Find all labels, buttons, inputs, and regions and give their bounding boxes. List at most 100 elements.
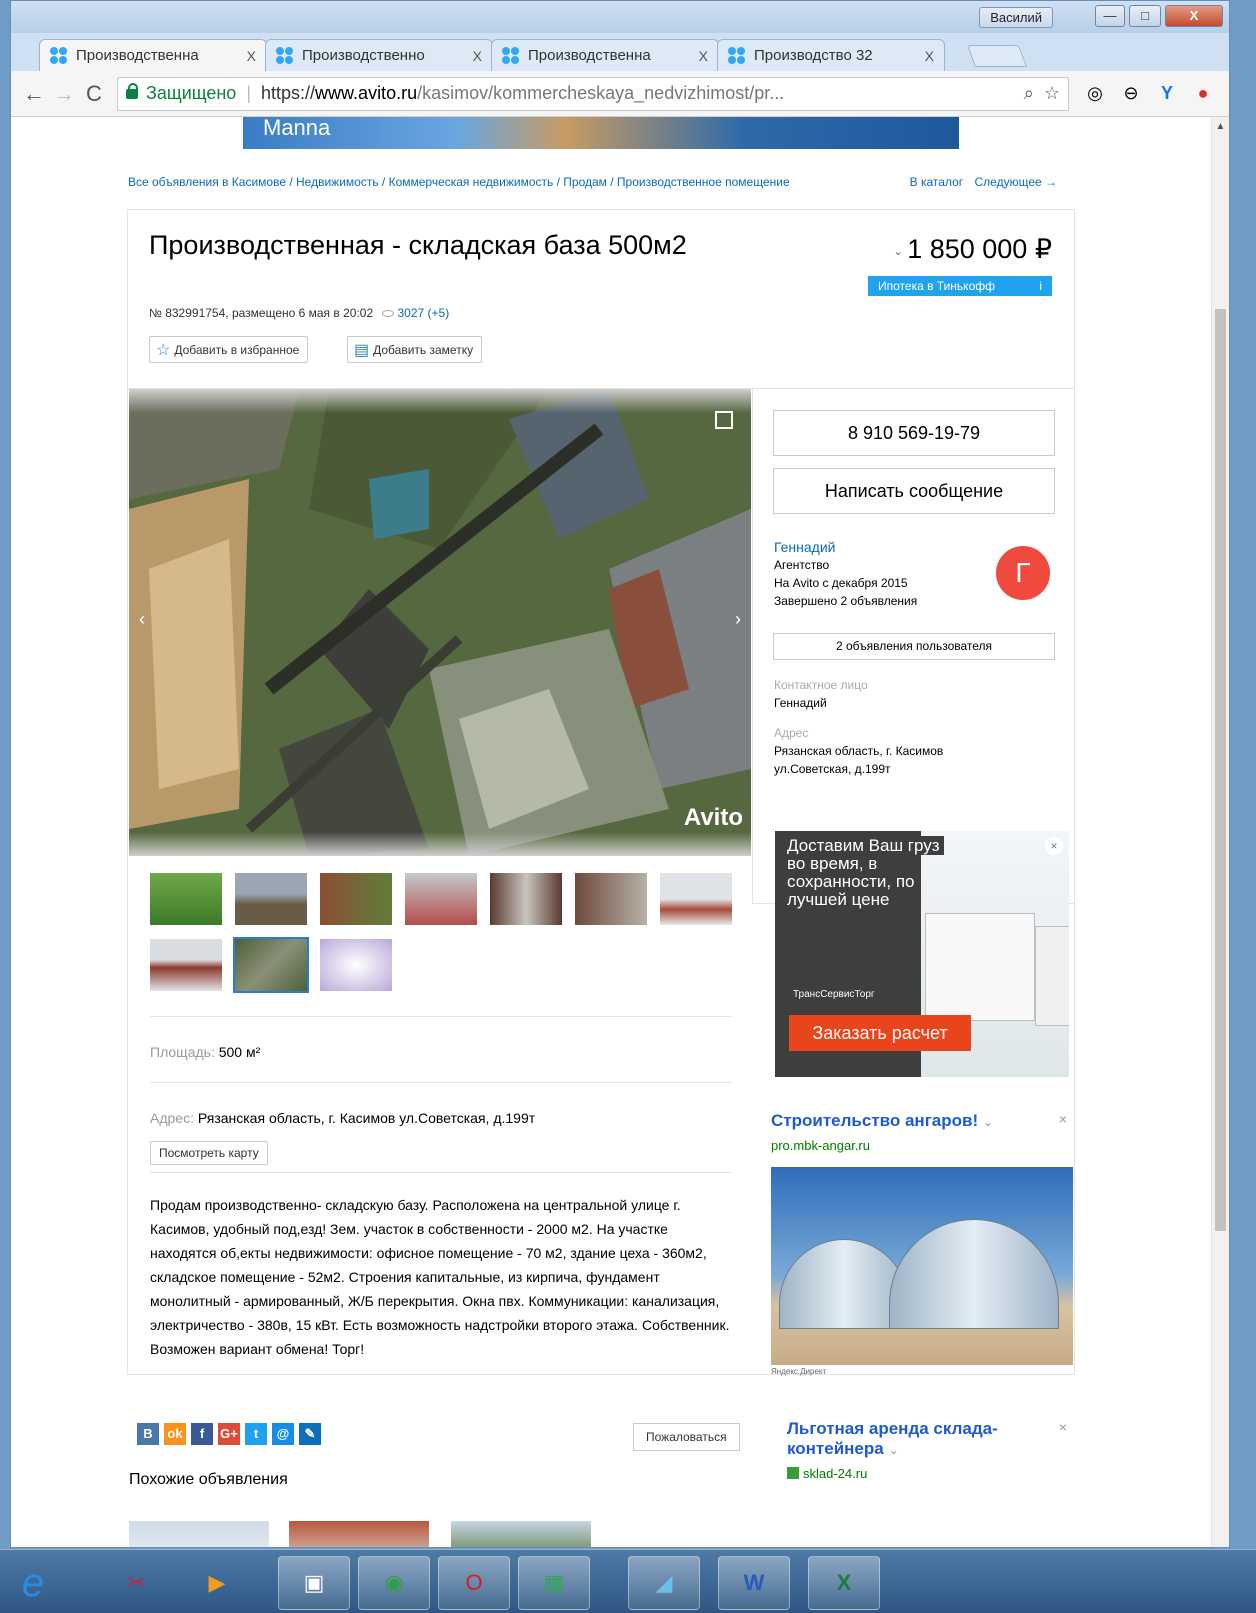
zoom-icon[interactable]: ⌕ xyxy=(1024,83,1034,104)
file-explorer-icon[interactable]: ▣ xyxy=(278,1556,350,1610)
ad-domain[interactable]: pro.mbk-angar.ru xyxy=(771,1138,1073,1153)
user-ads-button[interactable]: 2 объявления пользователя xyxy=(773,633,1055,660)
media-player-icon[interactable]: ▶ xyxy=(190,1556,244,1610)
scissors-tool-icon[interactable]: ✂ xyxy=(110,1556,164,1610)
forward-button[interactable]: → xyxy=(49,81,79,107)
url-scheme: https:// xyxy=(261,83,316,103)
thumbnail[interactable] xyxy=(320,873,392,925)
ad-logo: ТрансСервисТорг xyxy=(793,989,875,1000)
opera-icon[interactable]: O xyxy=(438,1556,510,1610)
extension-upload-icon[interactable]: ● xyxy=(1185,83,1221,104)
complain-button[interactable]: Пожаловаться xyxy=(633,1423,740,1451)
tab-close-icon[interactable]: X xyxy=(925,48,934,64)
tab-close-icon[interactable]: X xyxy=(247,48,256,64)
tab-close-icon[interactable]: X xyxy=(473,48,482,64)
similar-listing-thumbnail[interactable] xyxy=(289,1521,429,1547)
thumbnail[interactable] xyxy=(405,873,477,925)
seller-address-line-1: Рязанская область, г. Касимов xyxy=(774,744,944,758)
ad-title: Льготная аренда склада-контейнера ⌄ xyxy=(787,1419,1073,1460)
task-manager-icon[interactable]: ▦ xyxy=(518,1556,590,1610)
chevron-down-icon[interactable]: ⌄ xyxy=(983,1115,993,1129)
avatar[interactable]: Г xyxy=(996,546,1050,600)
thumbnail[interactable] xyxy=(490,873,562,925)
googleplus-share-icon[interactable]: G+ xyxy=(218,1423,240,1445)
add-note-button[interactable]: ▤ Добавить заметку xyxy=(347,336,483,363)
internet-explorer-icon[interactable]: e xyxy=(6,1556,60,1610)
next-listing-link[interactable]: Следующее → xyxy=(975,175,1058,189)
thumbnail-selected[interactable] xyxy=(233,937,309,993)
add-favorite-button[interactable]: ☆ Добавить в избранное xyxy=(149,336,309,363)
thumbnail[interactable] xyxy=(320,939,392,991)
tab-2[interactable]: Производственно X xyxy=(265,39,493,71)
photo-prev-arrow[interactable]: ‹ xyxy=(139,609,145,630)
close-window-button[interactable]: X xyxy=(1165,5,1223,27)
chevron-down-icon[interactable]: ⌄ xyxy=(888,1443,898,1457)
chevron-down-icon[interactable]: ⌄ xyxy=(893,244,903,258)
ad-close-icon[interactable]: × xyxy=(1059,1419,1067,1435)
bookmark-star-icon[interactable]: ☆ xyxy=(1044,83,1060,104)
divider xyxy=(150,1082,732,1083)
star-icon: ☆ xyxy=(156,341,171,359)
word-icon[interactable]: W xyxy=(718,1556,790,1610)
user-profile-button[interactable]: Василий xyxy=(979,7,1053,28)
ad-headline-line: во время, в xyxy=(783,854,882,873)
mail-share-icon[interactable]: @ xyxy=(272,1423,294,1445)
minimize-button[interactable]: — xyxy=(1095,5,1125,27)
address-bar[interactable]: Защищено | https://www.avito.ru/kasimov/… xyxy=(117,76,1069,111)
ad-banner-delivery[interactable]: Доставим Ваш груз во время, в сохранност… xyxy=(775,831,1069,1077)
catalog-link[interactable]: В каталог xyxy=(910,175,963,189)
show-map-button[interactable]: Посмотреть карту xyxy=(150,1141,268,1165)
ok-share-icon[interactable]: ok xyxy=(164,1423,186,1445)
tab-close-icon[interactable]: X xyxy=(699,48,708,64)
ad-domain[interactable]: sklad-24.ru xyxy=(787,1466,1073,1481)
extension-triangle-icon[interactable]: ◎ xyxy=(1077,83,1113,104)
vk-share-icon[interactable]: B xyxy=(137,1423,159,1445)
scrollbar-thumb[interactable] xyxy=(1215,309,1226,1231)
thumbnail[interactable] xyxy=(235,873,307,925)
breadcrumb[interactable]: Все объявления в Касимове / Недвижимость… xyxy=(128,175,790,189)
divider xyxy=(752,388,753,903)
ad-close-icon[interactable]: × xyxy=(1045,837,1063,855)
excel-icon[interactable]: X xyxy=(808,1556,880,1610)
write-message-button[interactable]: Написать сообщение xyxy=(773,468,1055,514)
mortgage-badge[interactable]: Ипотека в Тинькофф i xyxy=(868,276,1052,296)
view-count[interactable]: 3027 (+5) xyxy=(397,306,449,320)
tab-1[interactable]: Производственна X xyxy=(39,39,267,71)
scroll-up-arrow-icon[interactable]: ▲ xyxy=(1212,121,1229,132)
facebook-share-icon[interactable]: f xyxy=(191,1423,213,1445)
similar-listing-thumbnail[interactable] xyxy=(129,1521,269,1547)
ad-title-text[interactable]: Строительство ангаров! xyxy=(771,1111,978,1130)
thumbnail[interactable] xyxy=(660,873,732,925)
yandex-direct-label[interactable]: Яндекс.Директ xyxy=(771,1367,1073,1376)
ad-close-icon[interactable]: × xyxy=(1059,1111,1067,1127)
security-indicator[interactable]: Защищено xyxy=(126,82,236,104)
maximize-button[interactable]: □ xyxy=(1129,5,1161,27)
thumbnail[interactable] xyxy=(150,873,222,925)
back-button[interactable]: ← xyxy=(19,81,49,107)
phone-button[interactable]: 8 910 569-19-79 xyxy=(773,410,1055,456)
main-photo[interactable]: ‹ › Avito xyxy=(129,389,751,856)
chrome-icon[interactable]: ◉ xyxy=(358,1556,430,1610)
extension-y-icon[interactable]: Y xyxy=(1149,83,1185,104)
top-banner[interactable]: Manna xyxy=(243,117,959,149)
new-tab-button[interactable] xyxy=(966,45,1028,67)
thumbnail[interactable] xyxy=(150,939,222,991)
tab-strip: Производственна X Производственно X Прои… xyxy=(11,33,1229,71)
tab-4[interactable]: Производство 32 X xyxy=(717,39,945,71)
notepad-icon[interactable]: ◢ xyxy=(628,1556,700,1610)
livejournal-share-icon[interactable]: ✎ xyxy=(299,1423,321,1445)
ad-container-rent[interactable]: Льготная аренда склада-контейнера ⌄ skla… xyxy=(787,1419,1073,1481)
twitter-share-icon[interactable]: t xyxy=(245,1423,267,1445)
ad-cta-button[interactable]: Заказать расчет xyxy=(789,1015,971,1051)
seller-name[interactable]: Геннадий xyxy=(774,538,917,556)
ad-hangars[interactable]: Строительство ангаров! ⌄ pro.mbk-angar.r… xyxy=(771,1111,1073,1376)
url-text[interactable]: https://www.avito.ru/kasimov/kommerchesk… xyxy=(261,83,1014,104)
vertical-scrollbar[interactable]: ▲ xyxy=(1211,117,1229,1547)
fullscreen-icon[interactable] xyxy=(715,411,733,429)
photo-next-arrow[interactable]: › xyxy=(735,609,741,630)
extension-sync-icon[interactable]: ⊖ xyxy=(1113,83,1149,104)
reload-button[interactable]: C xyxy=(79,81,109,107)
tab-3[interactable]: Производственна X xyxy=(491,39,719,71)
thumbnail[interactable] xyxy=(575,873,647,925)
similar-listing-thumbnail[interactable] xyxy=(451,1521,591,1547)
